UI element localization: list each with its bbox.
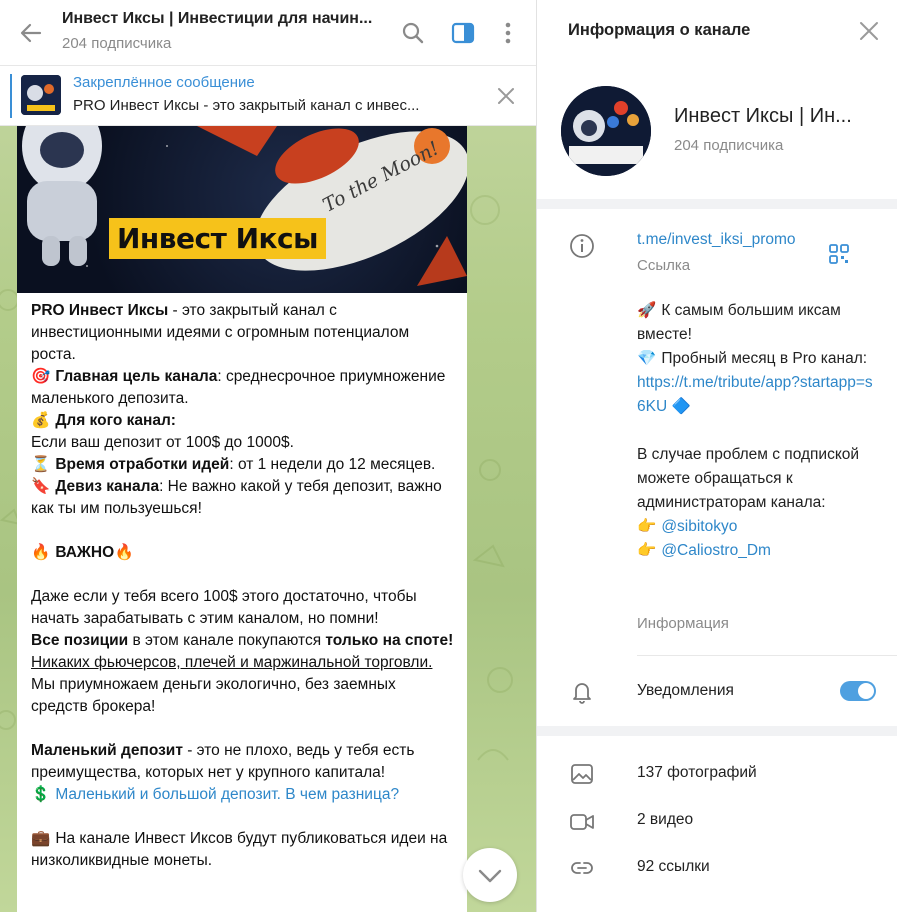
- pinned-label: Закреплённое сообщение: [73, 74, 255, 91]
- pinned-indicator: [10, 74, 12, 118]
- channel-description: 🚀 К самым большим иксам вместе! 💎 Пробны…: [637, 299, 877, 563]
- message-text: PRO Инвест Иксы - это закрытый канал с и…: [17, 293, 467, 872]
- desc-paragraph: В случае проблем с подпиской можете обра…: [637, 446, 860, 511]
- message-bubble: To the Moon! Инвест Иксы PRO Инвест Иксы…: [17, 126, 467, 912]
- qr-code-icon[interactable]: [828, 243, 850, 265]
- desc-admin: 👉 @sibitokyo: [637, 515, 877, 539]
- message-motto: 🔖 Девиз канала: Не важно какой у тебя де…: [31, 478, 442, 517]
- notifications-label: Уведомления: [637, 682, 734, 699]
- channel-subscriber-count: 204 подписчика: [674, 137, 784, 154]
- sidebar-toggle-icon[interactable]: [450, 20, 476, 46]
- channel-info-panel: Информация о канале Инвест Иксы | Ин... …: [536, 0, 897, 912]
- message-paragraph: 💼 На канале Инвест Иксов будут публикова…: [31, 830, 448, 869]
- money-bag-icon: 💰: [31, 412, 51, 429]
- pinned-message-bar[interactable]: Закреплённое сообщение PRO Инвест Иксы -…: [0, 66, 536, 126]
- chat-title[interactable]: Инвест Иксы | Инвестиции для начин...: [62, 10, 388, 28]
- bookmark-icon: 🔖: [31, 478, 51, 495]
- message-banner-image: To the Moon! Инвест Иксы: [17, 126, 467, 293]
- desc-line: 💎 Пробный месяц в Pro канал:: [637, 347, 877, 371]
- message-paragraph: Маленький депозит - это не плохо, ведь у…: [31, 742, 415, 781]
- message-important: 🔥 ВАЖНО🔥: [31, 542, 455, 564]
- desc-admin: 👉 @Caliostro_Dm: [637, 539, 877, 563]
- message-paragraph: Никаких фьючерсов, плечей и маржинальной…: [31, 654, 433, 715]
- target-icon: 🎯: [31, 368, 51, 385]
- pointing-hand-icon: 👉: [637, 518, 657, 535]
- video-icon: [570, 814, 594, 830]
- dollar-icon: 💲: [31, 786, 51, 803]
- rocket-icon: 🚀: [637, 302, 657, 319]
- channel-link-label: Ссылка: [637, 257, 691, 274]
- more-menu-icon[interactable]: [495, 20, 521, 46]
- chat-subscriber-count: 204 подписчика: [62, 35, 172, 52]
- info-icon: [570, 234, 594, 258]
- desc-link-line: https://t.me/tribute/app?startapp=s6KU 🔷: [637, 371, 877, 419]
- message-audience: Если ваш депозит от 100$ до 1000$.: [31, 434, 294, 451]
- pinned-preview: PRO Инвест Иксы - это закрытый канал с и…: [73, 97, 420, 114]
- notifications-toggle[interactable]: [840, 681, 876, 701]
- banner-title: Инвест Иксы: [109, 218, 326, 259]
- link-icon: [571, 862, 593, 874]
- bell-icon: [573, 683, 591, 704]
- scroll-down-button[interactable]: [463, 848, 517, 902]
- message-timeframe: ⏳ Время отработки идей: от 1 недели до 1…: [31, 454, 455, 476]
- fire-icon: 🔥: [114, 544, 134, 561]
- close-pinned-icon[interactable]: [496, 86, 516, 106]
- channel-avatar[interactable]: [561, 86, 651, 176]
- back-arrow-icon[interactable]: [18, 20, 44, 46]
- message-intro: PRO Инвест Иксы - это закрытый канал с и…: [31, 302, 410, 363]
- message-goal: 🎯 Главная цель канала: среднесрочное при…: [31, 368, 446, 407]
- info-panel-title: Информация о канале: [568, 21, 751, 39]
- message-link[interactable]: Маленький и большой депозит. В чем разни…: [55, 786, 399, 803]
- message-paragraph: Все позиции в этом канале покупаются тол…: [31, 632, 454, 649]
- search-icon[interactable]: [400, 20, 426, 46]
- desc-line: 🚀 К самым большим иксам вместе!: [637, 299, 877, 347]
- channel-link[interactable]: t.me/invest_iksi_promo: [637, 231, 796, 249]
- shared-photos[interactable]: 137 фотографий: [637, 764, 757, 782]
- admin-link[interactable]: @sibitokyo: [661, 518, 737, 535]
- message-audience-title: 💰 Для кого канал:: [31, 410, 455, 432]
- shared-links[interactable]: 92 ссылки: [637, 858, 710, 876]
- pointing-hand-icon: 👉: [637, 542, 657, 559]
- message-link-line: 💲 Маленький и большой депозит. В чем раз…: [31, 784, 455, 806]
- chat-pane: Инвест Иксы | Инвестиции для начин... 20…: [0, 0, 536, 912]
- fire-icon: 🔥: [31, 544, 51, 561]
- pinned-thumbnail: [21, 75, 61, 115]
- hourglass-icon: ⏳: [31, 456, 51, 473]
- shared-videos[interactable]: 2 видео: [637, 811, 693, 829]
- divider: [637, 655, 897, 656]
- message-paragraph: Даже если у тебя всего 100$ этого достат…: [31, 588, 417, 627]
- channel-name: Инвест Иксы | Ин...: [674, 105, 852, 127]
- admin-link[interactable]: @Caliostro_Dm: [661, 542, 771, 559]
- blue-diamond-icon: 🔷: [671, 398, 692, 415]
- chevron-down-icon: [478, 869, 502, 883]
- photo-icon: [571, 764, 593, 784]
- info-header-block: Информация о канале Инвест Иксы | Ин... …: [537, 0, 897, 199]
- diamond-icon: 💎: [637, 350, 657, 367]
- chat-header: Инвест Иксы | Инвестиции для начин... 20…: [0, 0, 536, 66]
- description-label: Информация: [637, 615, 729, 632]
- briefcase-icon: 💼: [31, 830, 51, 847]
- close-icon[interactable]: [858, 20, 880, 42]
